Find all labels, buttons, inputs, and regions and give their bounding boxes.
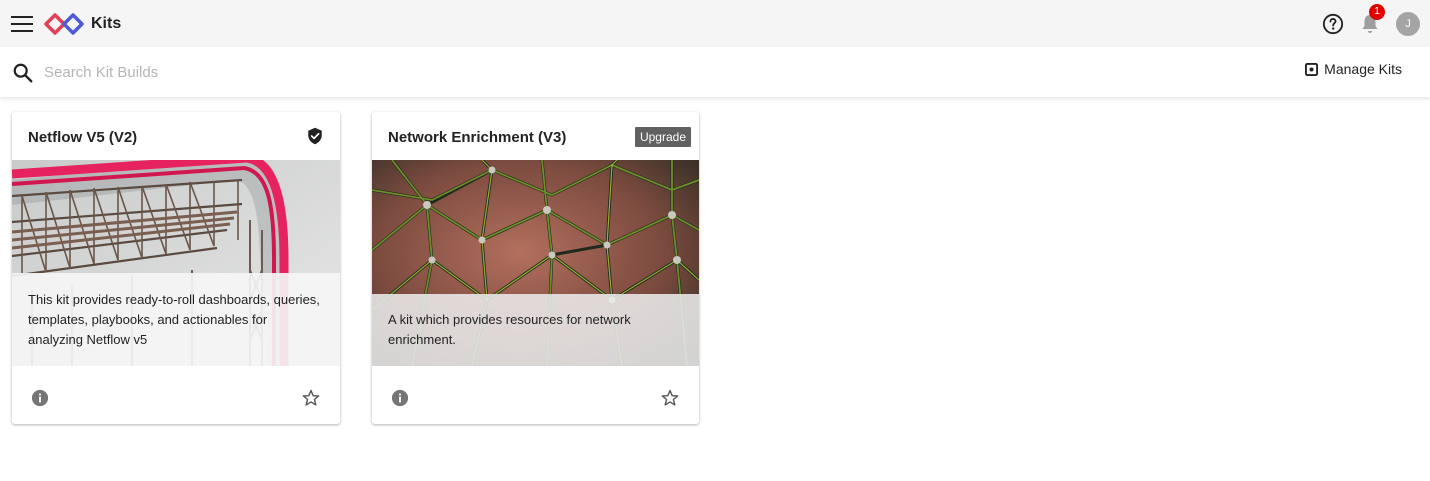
kit-card-title: Netflow V5 (V2)	[28, 129, 138, 146]
kit-card-header: Network Enrichment (V3) Upgrade	[372, 112, 699, 160]
user-avatar[interactable]: J	[1396, 11, 1420, 36]
search-bar: Manage Kits	[0, 47, 1430, 97]
search-icon	[13, 63, 33, 83]
manage-kits-icon	[1305, 62, 1319, 76]
app-bar: Kits 1 J	[0, 0, 1430, 47]
star-icon[interactable]	[301, 388, 321, 408]
kit-card[interactable]: Netflow V5 (V2) This kit provides ready-…	[12, 112, 340, 424]
upgrade-badge[interactable]: Upgrade	[634, 127, 691, 147]
kit-card-actions	[12, 366, 340, 424]
help-icon[interactable]	[1322, 13, 1344, 35]
info-icon[interactable]	[31, 389, 49, 407]
kit-card-actions	[372, 366, 699, 424]
search-input[interactable]	[44, 60, 644, 84]
app-logo	[44, 12, 84, 35]
kit-card[interactable]: Network Enrichment (V3) Upgrade A kit wh…	[372, 112, 699, 424]
manage-kits-label: Manage Kits	[1324, 61, 1402, 77]
notification-count-badge: 1	[1369, 3, 1385, 20]
hamburger-menu-icon	[11, 15, 33, 32]
kit-card-description: A kit which provides resources for netwo…	[388, 312, 631, 347]
kit-card-description: This kit provides ready-to-roll dashboar…	[28, 292, 320, 347]
manage-kits-button[interactable]: Manage Kits	[1305, 61, 1402, 77]
kit-card-title: Network Enrichment (V3)	[388, 129, 567, 146]
page-title: Kits	[91, 14, 122, 32]
notifications-button[interactable]: 1	[1358, 3, 1385, 36]
star-icon[interactable]	[660, 388, 680, 408]
menu-button[interactable]	[0, 0, 44, 47]
verified-shield-icon	[308, 127, 322, 145]
kit-card-header: Netflow V5 (V2)	[12, 112, 340, 160]
info-icon[interactable]	[391, 389, 409, 407]
